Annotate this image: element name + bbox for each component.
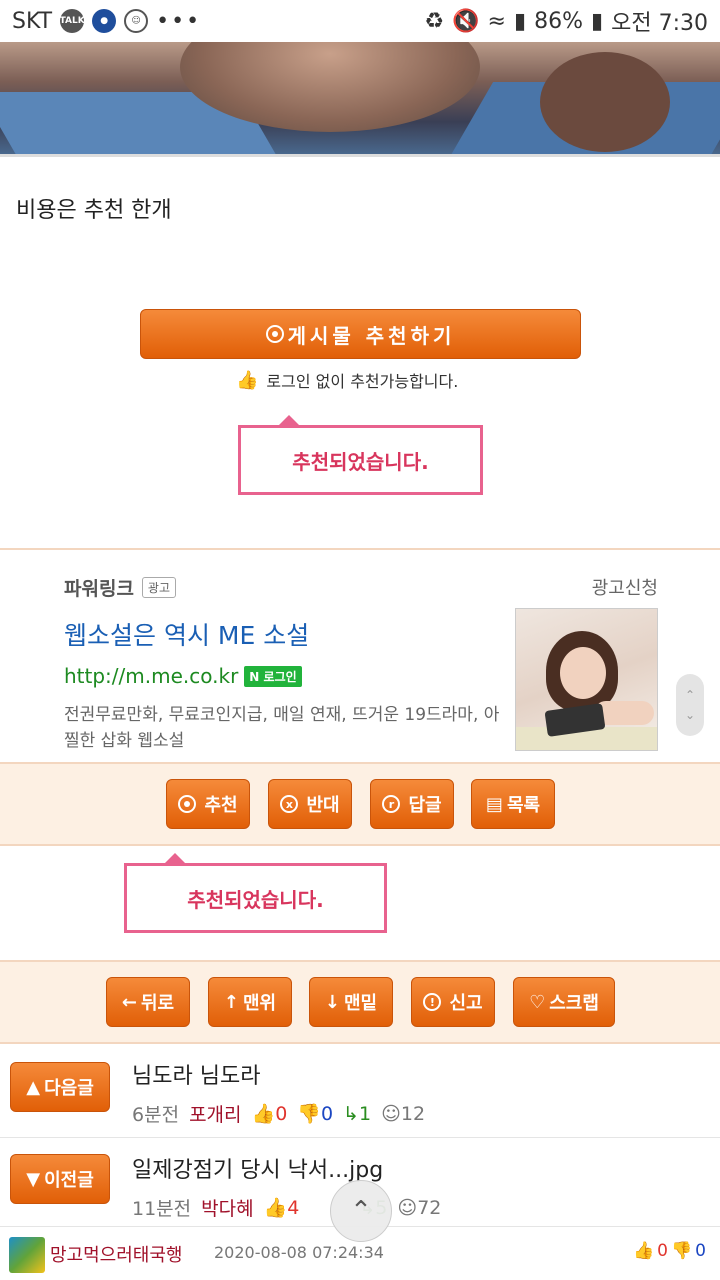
scroll-handle[interactable]: ⌃ ⌄ bbox=[676, 674, 704, 736]
next-post-title[interactable]: 님도라 님도라 bbox=[132, 1058, 260, 1090]
thumbs-down-icon: 👎 bbox=[671, 1241, 693, 1261]
thumbs-up-icon: 👍 bbox=[236, 369, 259, 391]
recommended-tooltip-2: 추천되었습니다. bbox=[124, 853, 387, 933]
recommended-tooltip: 추천되었습니다. bbox=[238, 415, 483, 495]
footer-date: 2020-08-08 07:24:34 bbox=[214, 1243, 384, 1262]
scroll-to-top-button[interactable]: ⌃ bbox=[330, 1180, 392, 1242]
login-note-text: 로그인 없이 추천가능합니다. bbox=[266, 372, 459, 391]
scrap-button[interactable]: ♡ 스크랩 bbox=[513, 977, 615, 1027]
chevron-down-icon: ⌄ bbox=[684, 708, 696, 722]
next-post-row[interactable]: ▲ 다음글 님도라 님도라 6분전 포개리 👍0 👎0 ↳1 ☺12 bbox=[0, 1044, 720, 1138]
thumbs-up-icon: 👍 bbox=[263, 1197, 288, 1219]
reply-count: ↳1 bbox=[343, 1102, 372, 1125]
ad-url[interactable]: http://m.me.co.kr N 로그인 bbox=[64, 664, 302, 688]
target-icon bbox=[178, 795, 197, 813]
view-icon: ☺ bbox=[381, 1102, 401, 1125]
ad-url-text: http://m.me.co.kr bbox=[64, 664, 239, 688]
footer-votes: 👍 0 👎 0 bbox=[633, 1241, 706, 1261]
next-post-button[interactable]: ▲ 다음글 bbox=[10, 1062, 110, 1112]
downvote-count: 👎0 bbox=[297, 1103, 334, 1125]
prev-post-button[interactable]: ▼ 이전글 bbox=[10, 1154, 110, 1204]
signal-icon: ▮ bbox=[513, 8, 527, 34]
upvote-count: 👍0 bbox=[251, 1103, 288, 1125]
recommend-post-button[interactable]: 게시물 추천하기 bbox=[140, 309, 581, 359]
back-button[interactable]: ← 뒤로 bbox=[106, 977, 190, 1027]
reply-circle-icon: r bbox=[382, 795, 401, 813]
scroll-top-button[interactable]: ↑ 맨위 bbox=[208, 977, 292, 1027]
target-icon bbox=[265, 325, 284, 343]
battery-percent: 86% bbox=[534, 8, 583, 34]
oppose-button[interactable]: x 반대 bbox=[268, 779, 352, 829]
prev-post-meta: 11분전 박다혜 👍4 ↳5 ☺72 bbox=[132, 1194, 441, 1221]
arrow-down-icon: ↓ bbox=[324, 991, 340, 1013]
recommend-post-label: 게시물 추천하기 bbox=[287, 323, 456, 348]
list-button[interactable]: ▤ 목록 bbox=[471, 779, 555, 829]
reply-arrow-icon: ↳ bbox=[343, 1102, 359, 1125]
post-time: 6분전 bbox=[132, 1104, 180, 1126]
divider bbox=[0, 154, 720, 157]
arrow-up-icon: ↑ bbox=[223, 991, 239, 1013]
heart-icon: ♡ bbox=[529, 991, 546, 1013]
triangle-down-icon: ▼ bbox=[26, 1168, 41, 1190]
status-bar: SKT TALK ● ☺ ••• ♻ 🔇 ≈ ▮ 86% ▮ 오전 7:30 bbox=[0, 0, 720, 42]
post-action-bar: 추천 x 반대 r 답글 ▤ 목록 bbox=[0, 762, 720, 846]
ad-title-link[interactable]: 웹소설은 역시 ME 소설 bbox=[64, 616, 309, 652]
ad-image[interactable] bbox=[515, 608, 658, 751]
battery-icon: ▮ bbox=[591, 8, 604, 34]
ad-description: 전권무료만화, 무료코인지급, 매일 연재, 뜨거운 19드라마, 아찔한 삽화… bbox=[64, 705, 500, 751]
post-author[interactable]: 박다혜 bbox=[201, 1194, 253, 1221]
app-notification-icon: ● bbox=[92, 9, 117, 33]
footer-upvotes: 0 bbox=[657, 1241, 668, 1261]
report-button[interactable]: ! 신고 bbox=[411, 977, 495, 1027]
carrier-label: SKT bbox=[12, 8, 53, 34]
ad-apply-link[interactable]: 광고신청 bbox=[592, 574, 658, 600]
next-post-meta: 6분전 포개리 👍0 👎0 ↳1 ☺12 bbox=[132, 1100, 425, 1127]
naver-login-badge: N 로그인 bbox=[244, 665, 302, 687]
footer-downvotes: 0 bbox=[695, 1241, 706, 1261]
arrow-left-icon: ← bbox=[121, 991, 137, 1013]
triangle-up-icon: ▲ bbox=[26, 1076, 41, 1098]
ad-header-label: 파워링크 bbox=[64, 578, 134, 600]
settings-notification-icon: ☺ bbox=[124, 9, 149, 33]
recycle-icon: ♻ bbox=[424, 8, 445, 34]
mute-icon: 🔇 bbox=[452, 8, 480, 34]
post-author[interactable]: 포개리 bbox=[189, 1100, 241, 1127]
x-circle-icon: x bbox=[280, 795, 299, 813]
login-note: 👍 로그인 없이 추천가능합니다. bbox=[236, 368, 458, 392]
upvote-count: 👍4 bbox=[263, 1197, 300, 1219]
list-icon: ▤ bbox=[485, 793, 503, 815]
footer-author[interactable]: 망고먹으러태국행 bbox=[50, 1241, 182, 1267]
view-count: ☺12 bbox=[381, 1102, 426, 1125]
chevron-up-icon: ⌃ bbox=[684, 688, 696, 702]
recommend-button[interactable]: 추천 bbox=[166, 779, 250, 829]
avatar bbox=[9, 1237, 45, 1273]
ad-header: 파워링크 광고 bbox=[64, 574, 177, 601]
chevron-up-icon: ⌃ bbox=[350, 1196, 372, 1226]
clock: 오전 7:30 bbox=[611, 11, 708, 36]
recommended-tooltip-text-2: 추천되었습니다. bbox=[187, 887, 324, 912]
post-time: 11분전 bbox=[132, 1198, 192, 1220]
ad-badge: 광고 bbox=[141, 577, 177, 598]
warning-icon: ! bbox=[423, 993, 442, 1011]
recommended-tooltip-text: 추천되었습니다. bbox=[292, 449, 429, 474]
thumbs-down-icon: 👎 bbox=[297, 1103, 321, 1125]
navigation-bar: ← 뒤로 ↑ 맨위 ↓ 맨밑 ! 신고 ♡ 스크랩 bbox=[0, 960, 720, 1044]
view-icon: ☺ bbox=[397, 1196, 418, 1219]
post-image bbox=[0, 42, 720, 156]
post-body-text: 비용은 추천 한개 bbox=[16, 198, 172, 223]
view-count: ☺72 bbox=[397, 1196, 442, 1219]
reply-button[interactable]: r 답글 bbox=[370, 779, 454, 829]
scroll-bottom-button[interactable]: ↓ 맨밑 bbox=[309, 977, 393, 1027]
prev-post-title[interactable]: 일제강점기 당시 낙서...jpg bbox=[132, 1152, 383, 1184]
wifi-icon: ≈ bbox=[487, 8, 506, 34]
kakaotalk-icon: TALK bbox=[60, 9, 85, 33]
more-notifications-icon: ••• bbox=[156, 8, 202, 34]
thumbs-up-icon: 👍 bbox=[633, 1241, 655, 1261]
thumbs-up-icon: 👍 bbox=[251, 1103, 276, 1125]
ad-panel: 파워링크 광고 광고신청 웹소설은 역시 ME 소설 http://m.me.c… bbox=[0, 548, 720, 762]
